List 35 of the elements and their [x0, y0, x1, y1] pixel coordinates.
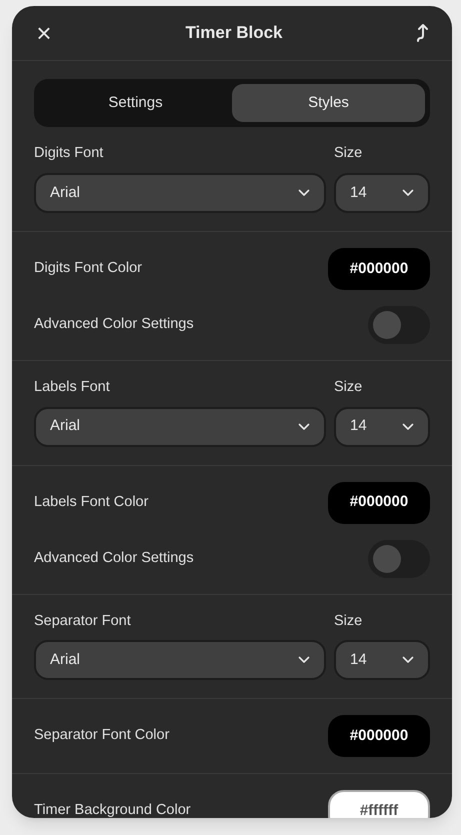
field-label: Separator Font Color: [34, 726, 170, 746]
tab[interactable]: Styles: [232, 84, 425, 122]
toggle-switch[interactable]: [368, 540, 430, 578]
font-select[interactable]: Arial: [34, 640, 326, 680]
color-swatch-button[interactable]: #000000: [328, 482, 430, 524]
field-label: Digits Font Color: [34, 258, 142, 278]
tab[interactable]: Settings: [39, 84, 232, 122]
color-swatch-button[interactable]: #ffffff: [328, 790, 430, 818]
field-label: Size: [334, 378, 364, 397]
color-swatch-button[interactable]: #000000: [328, 715, 430, 758]
field-label: Size: [334, 144, 364, 163]
field-label: Labels Font Color: [34, 492, 148, 512]
close-button[interactable]: ×: [34, 20, 54, 46]
field-label: Size: [334, 612, 364, 630]
panel-title: Timer Block: [184, 22, 284, 44]
field-label: Digits Font: [34, 144, 104, 163]
field-label: Separator Font: [34, 612, 132, 630]
curved-arrow-up-icon[interactable]: [414, 23, 430, 43]
field-label: Timer Background Color: [34, 801, 191, 818]
chevron-down-icon: [402, 656, 414, 664]
font-select[interactable]: Arial: [34, 406, 326, 446]
chevron-down-icon: [298, 188, 310, 197]
font-select[interactable]: Arial: [34, 172, 326, 213]
chevron-down-icon: [298, 422, 310, 430]
field-label: Advanced Color Settings: [34, 548, 194, 568]
size-select[interactable]: 14: [334, 640, 430, 680]
size-select[interactable]: 14: [334, 172, 430, 213]
size-select[interactable]: 14: [334, 406, 430, 446]
chevron-down-icon: [402, 422, 414, 430]
toggle-switch[interactable]: [368, 306, 430, 344]
chevron-down-icon: [402, 188, 414, 197]
field-label: Labels Font: [34, 378, 111, 397]
field-label: Advanced Color Settings: [34, 314, 194, 334]
color-swatch-button[interactable]: #000000: [328, 248, 430, 290]
chevron-down-icon: [298, 656, 310, 664]
